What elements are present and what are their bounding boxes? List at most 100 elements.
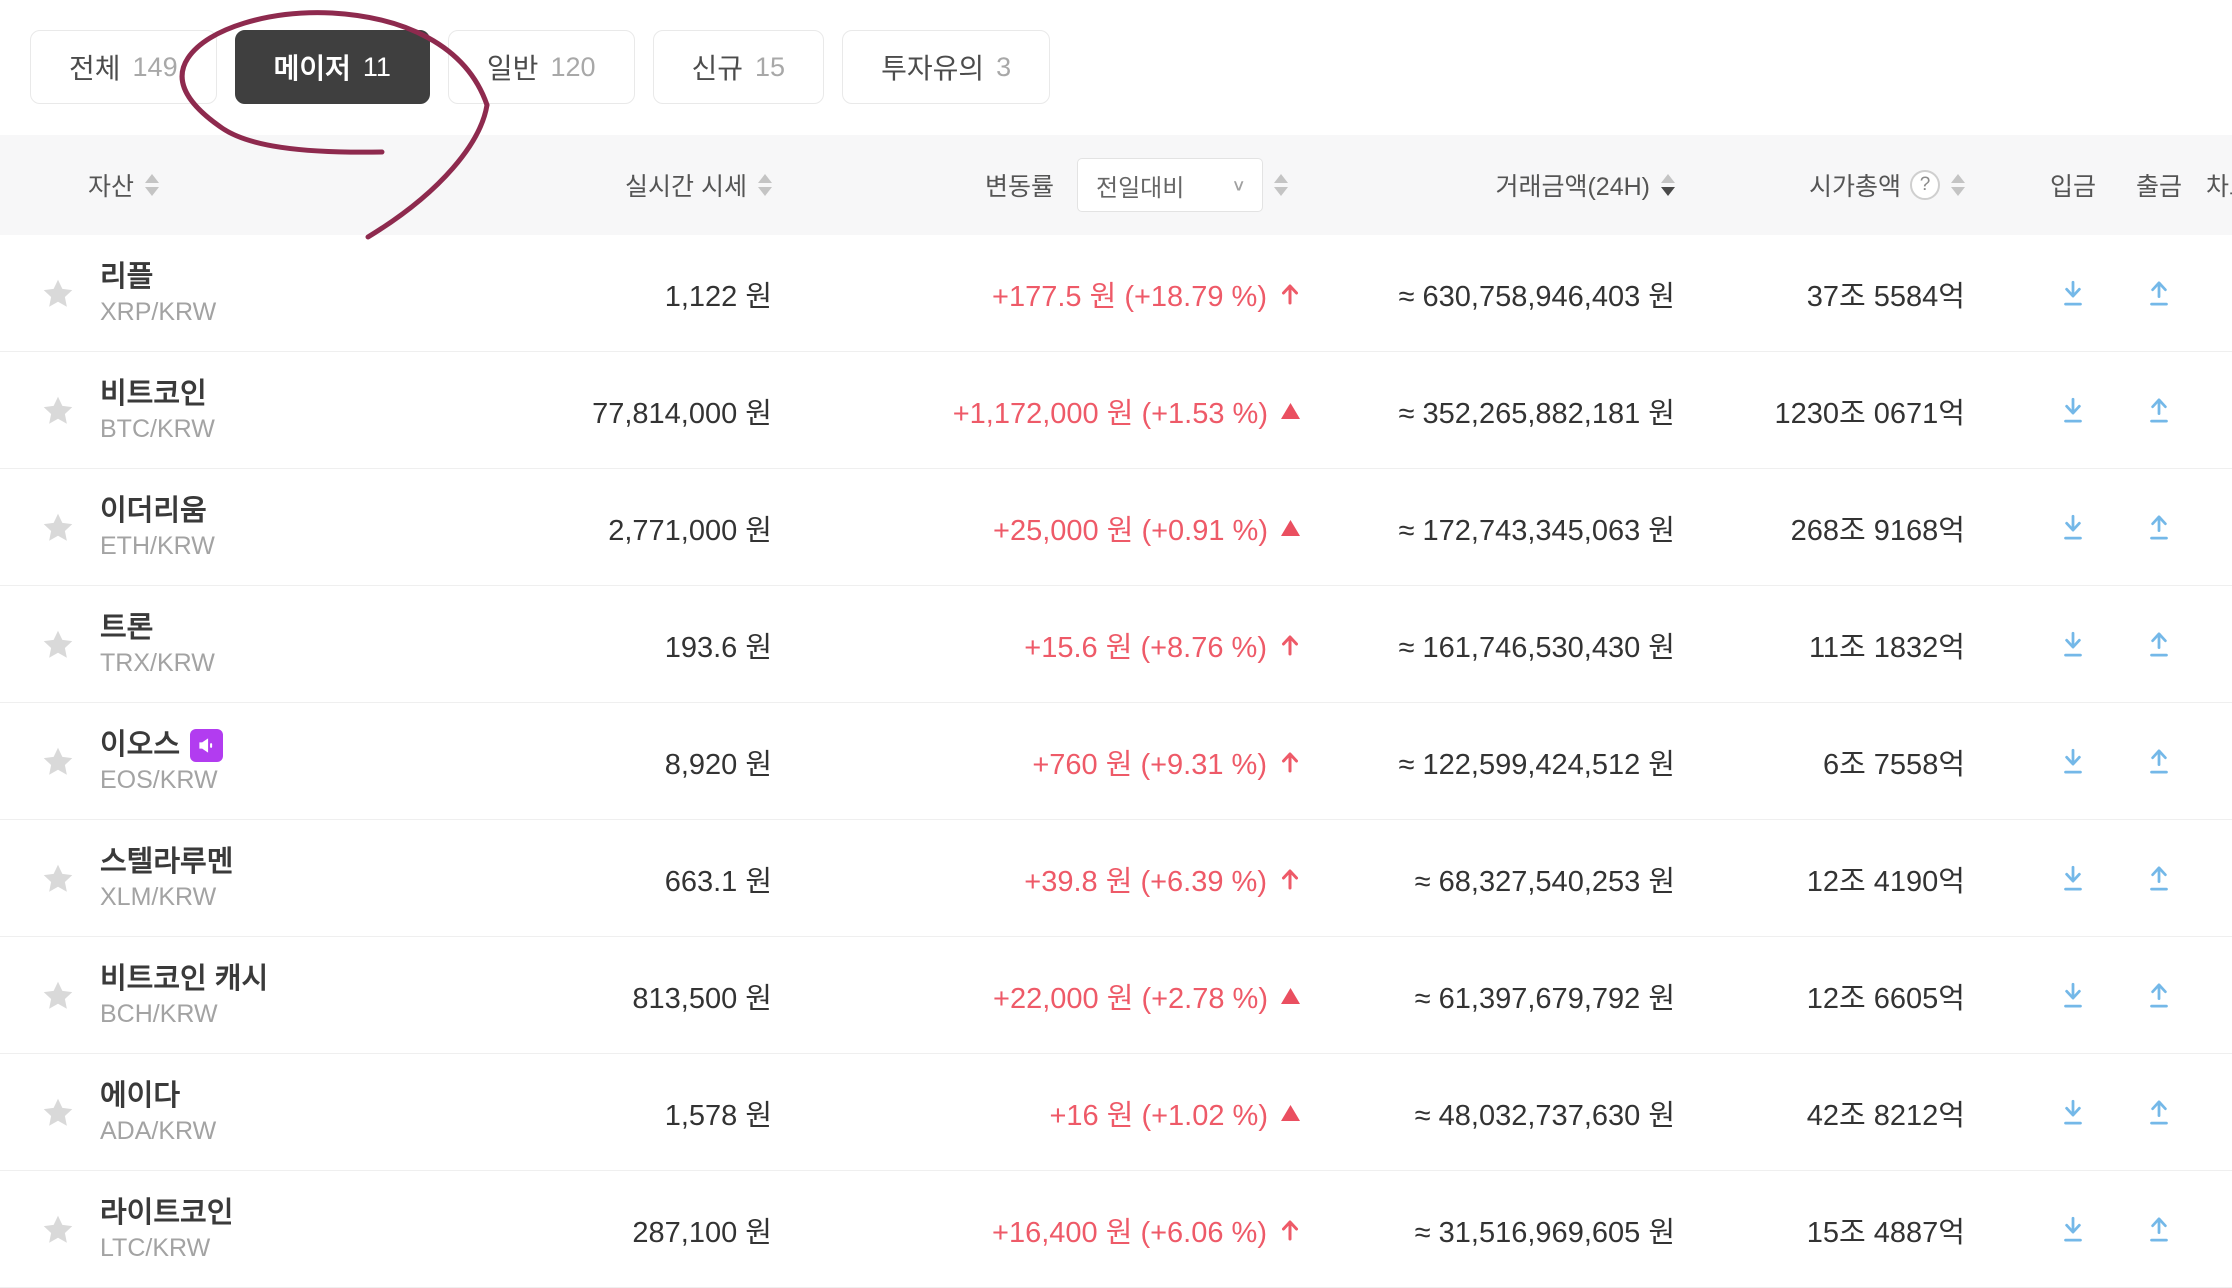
market-cap-cell: 37조 5584억 — [1660, 235, 1965, 352]
asset-header-label: 자산 — [88, 167, 134, 203]
column-header-change: 변동률 전일대비 ∨ — [985, 135, 1288, 235]
deposit-icon[interactable] — [2038, 352, 2108, 469]
column-header-chart-clipped: 차트 — [2206, 135, 2232, 235]
withdraw-icon[interactable] — [2124, 469, 2194, 586]
column-header-asset[interactable]: 자산 — [88, 135, 159, 235]
sort-icon[interactable] — [145, 174, 159, 196]
tab-count: 11 — [363, 52, 391, 83]
coin-row-ltc[interactable]: 라이트코인LTC/KRW287,100 원+16,400 원 (+6.06 %)… — [0, 1171, 2232, 1288]
coin-row-eth[interactable]: 이더리움ETH/KRW2,771,000 원+25,000 원 (+0.91 %… — [0, 469, 2232, 586]
coin-name: 이오스 — [100, 726, 180, 764]
favorite-star-icon[interactable] — [36, 586, 80, 703]
favorite-star-icon[interactable] — [36, 235, 80, 352]
coin-pair: XRP/KRW — [100, 296, 216, 329]
change-cell: +39.8 원 (+6.39 %) — [800, 820, 1300, 937]
coin-name: 비트코인 캐시 — [100, 960, 268, 998]
volume-cell: ≈ 630,758,946,403 원 — [1330, 235, 1675, 352]
withdraw-icon[interactable] — [2124, 352, 2194, 469]
notice-icon[interactable] — [190, 729, 223, 762]
price-cell: 77,814,000 원 — [420, 352, 772, 469]
deposit-icon[interactable] — [2038, 469, 2108, 586]
rise-arrow-icon — [1280, 634, 1300, 656]
column-header-deposit: 입금 — [2038, 135, 2108, 235]
coin-row-ada[interactable]: 에이다ADA/KRW1,578 원+16 원 (+1.02 %)≈ 48,032… — [0, 1054, 2232, 1171]
withdraw-icon[interactable] — [2124, 1054, 2194, 1171]
coin-name: 에이다 — [100, 1077, 180, 1115]
favorite-star-icon[interactable] — [36, 1171, 80, 1288]
change-value: +177.5 원 (+18.79 %) — [992, 273, 1267, 315]
coin-row-xrp[interactable]: 리플XRP/KRW 1,122 원 +177.5 원 (+18.79 %) ≈ 630… — [0, 235, 2232, 352]
rise-arrow-icon — [1280, 751, 1300, 773]
rise-arrow-icon — [1280, 283, 1300, 305]
deposit-icon[interactable] — [2038, 820, 2108, 937]
price-cell: 1,578 원 — [420, 1054, 772, 1171]
favorite-star-icon[interactable] — [36, 703, 80, 820]
change-value: +22,000 원 (+2.78 %) — [993, 975, 1268, 1017]
change-cell: +1,172,000 원 (+1.53 %) — [800, 352, 1300, 469]
favorite-star-icon[interactable] — [36, 937, 80, 1054]
tab-메이저-active[interactable]: 메이저11 — [235, 30, 430, 104]
asset-cell: 리플XRP/KRW — [100, 235, 216, 352]
rise-triangle-icon — [1281, 988, 1300, 1004]
withdraw-icon[interactable] — [2124, 937, 2194, 1054]
deposit-icon[interactable] — [2038, 1054, 2108, 1171]
deposit-icon[interactable] — [2038, 1171, 2108, 1288]
tab-label: 전체 — [69, 47, 121, 87]
market-cap-cell: 268조 9168억 — [1660, 469, 1965, 586]
withdraw-icon[interactable] — [2124, 820, 2194, 937]
coin-row-trx[interactable]: 트론TRX/KRW193.6 원+15.6 원 (+8.76 %)≈ 161,7… — [0, 586, 2232, 703]
withdraw-icon[interactable] — [2124, 703, 2194, 820]
price-cell: 1,122 원 — [420, 235, 772, 352]
sort-icon[interactable] — [1951, 174, 1965, 196]
sort-icon[interactable] — [1274, 174, 1288, 196]
tab-투자유의[interactable]: 투자유의 3 — [842, 30, 1050, 104]
deposit-icon[interactable] — [2038, 703, 2108, 820]
withdraw-icon[interactable] — [2124, 235, 2194, 352]
change-value: +15.6 원 (+8.76 %) — [1024, 624, 1267, 666]
market-cap-cell: 11조 1832억 — [1660, 586, 1965, 703]
column-header-market-cap[interactable]: 시가총액 ? — [1660, 135, 1965, 235]
change-cell: +25,000 원 (+0.91 %) — [800, 469, 1300, 586]
favorite-star-icon[interactable] — [36, 1054, 80, 1171]
coin-row-xlm[interactable]: 스텔라루멘XLM/KRW663.1 원+39.8 원 (+6.39 %)≈ 68… — [0, 820, 2232, 937]
volume-cell: ≈ 61,397,679,792 원 — [1330, 937, 1675, 1054]
favorite-star-icon[interactable] — [36, 352, 80, 469]
column-header-price[interactable]: 실시간 시세 — [420, 135, 772, 235]
coin-name: 라이트코인 — [100, 1194, 233, 1232]
rise-triangle-icon — [1281, 1105, 1300, 1121]
tab-count: 3 — [996, 52, 1011, 83]
withdraw-icon[interactable] — [2124, 586, 2194, 703]
tab-신규[interactable]: 신규15 — [653, 30, 825, 104]
column-header-volume[interactable]: 거래금액(24H) — [1330, 135, 1675, 235]
change-value: +16,400 원 (+6.06 %) — [992, 1209, 1267, 1251]
change-basis-selected: 전일대비 — [1096, 168, 1184, 203]
tab-label: 신규 — [692, 47, 744, 87]
coin-row-bch[interactable]: 비트코인 캐시BCH/KRW813,500 원+22,000 원 (+2.78 … — [0, 937, 2232, 1054]
tab-count: 120 — [550, 52, 595, 83]
asset-cell: 스텔라루멘XLM/KRW — [100, 820, 233, 937]
change-value: +1,172,000 원 (+1.53 %) — [953, 390, 1268, 432]
change-basis-dropdown[interactable]: 전일대비 ∨ — [1077, 158, 1263, 212]
asset-cell: 라이트코인LTC/KRW — [100, 1171, 233, 1288]
coin-row-btc[interactable]: 비트코인BTC/KRW77,814,000 원+1,172,000 원 (+1.… — [0, 352, 2232, 469]
coin-row-eos[interactable]: 이오스EOS/KRW8,920 원+760 원 (+9.31 %)≈ 122,5… — [0, 703, 2232, 820]
change-value: +16 원 (+1.02 %) — [1049, 1092, 1268, 1134]
withdraw-icon[interactable] — [2124, 1171, 2194, 1288]
sort-icon[interactable] — [758, 174, 772, 196]
tab-일반[interactable]: 일반120 — [448, 30, 635, 104]
change-value: +39.8 원 (+6.39 %) — [1024, 858, 1267, 900]
help-icon[interactable]: ? — [1910, 170, 1940, 200]
change-cell: +16 원 (+1.02 %) — [800, 1054, 1300, 1171]
deposit-icon[interactable] — [2038, 235, 2108, 352]
tab-label: 투자유의 — [881, 47, 984, 87]
deposit-icon[interactable] — [2038, 937, 2108, 1054]
volume-cell: ≈ 172,743,345,063 원 — [1330, 469, 1675, 586]
favorite-star-icon[interactable] — [36, 820, 80, 937]
deposit-icon[interactable] — [2038, 586, 2108, 703]
coin-name: 이더리움 — [100, 492, 207, 530]
favorite-star-icon[interactable] — [36, 469, 80, 586]
market-cap-cell: 12조 6605억 — [1660, 937, 1965, 1054]
deposit-header-label: 입금 — [2050, 167, 2096, 203]
rise-triangle-icon — [1281, 403, 1300, 419]
tab-전체[interactable]: 전체149 — [30, 30, 217, 104]
